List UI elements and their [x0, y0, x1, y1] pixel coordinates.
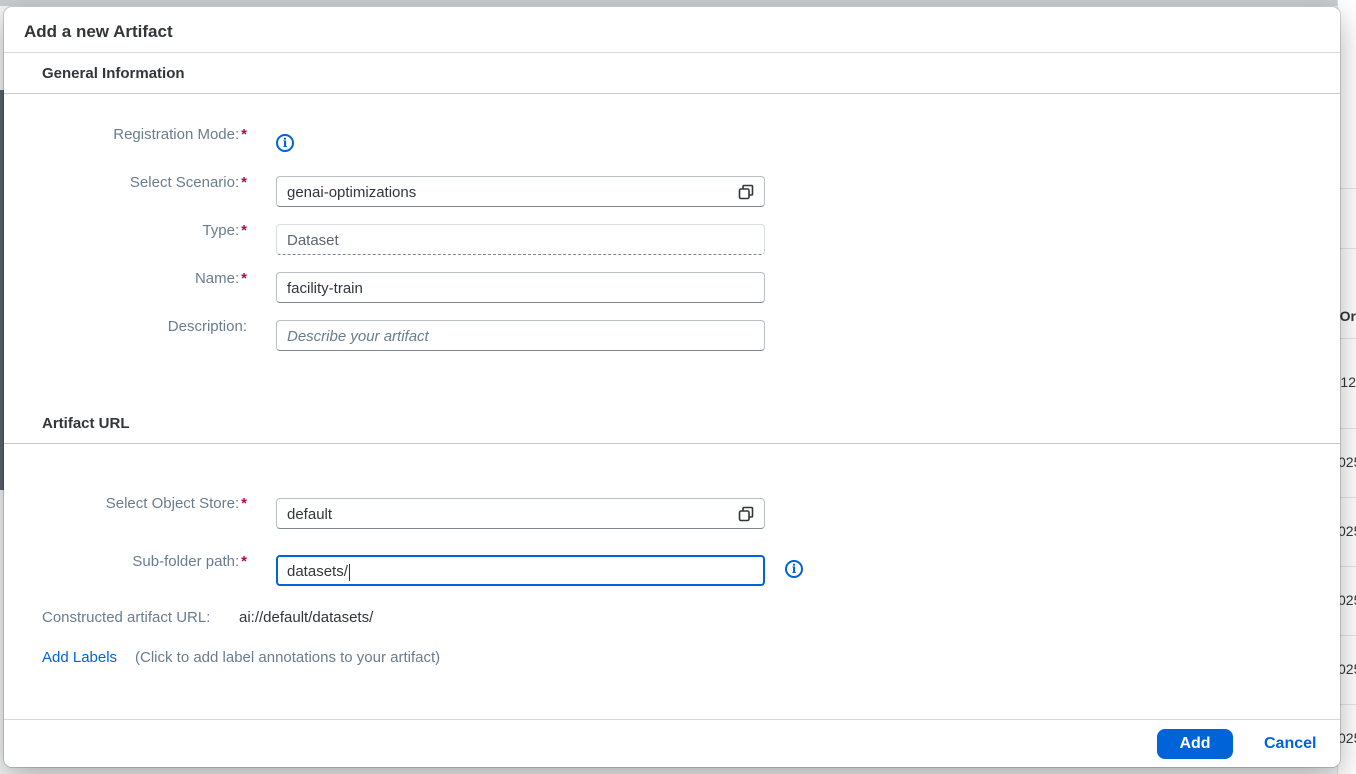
info-icon[interactable]: i [276, 134, 294, 152]
background-cell-fragment: 025 [1338, 730, 1356, 746]
text-caret [348, 563, 350, 581]
cancel-button[interactable]: Cancel [1264, 729, 1340, 759]
value-help-icon[interactable] [738, 506, 754, 522]
section-divider [4, 93, 1340, 94]
description-placeholder: Describe your artifact [287, 328, 429, 345]
background-cell-fragment: 025 [1338, 592, 1356, 608]
background-top-bar [0, 0, 1356, 6]
name-label: Name: * [194, 270, 247, 287]
description-label: Description: [167, 318, 247, 335]
add-artifact-dialog: Add a new Artifact General Information R… [4, 7, 1340, 767]
registration-mode-label: Registration Mode: * [113, 126, 247, 143]
background-cell-fragment: 025 [1338, 523, 1356, 539]
select-scenario-value: genai-optimizations [287, 184, 417, 201]
add-labels-link[interactable]: Add Labels [42, 649, 117, 666]
required-marker: * [241, 126, 247, 143]
object-store-input[interactable]: default [276, 498, 765, 529]
background-cell-fragment: 12 [1340, 374, 1356, 390]
background-row-divider [1338, 248, 1356, 249]
background-header-fragment: Or [1339, 308, 1356, 324]
background-row-divider [1338, 497, 1356, 498]
object-store-value: default [287, 506, 333, 523]
required-marker: * [241, 495, 247, 512]
background-cell-fragment: 025 [1338, 454, 1356, 470]
select-scenario-label: Select Scenario: * [129, 174, 247, 191]
value-help-icon[interactable] [738, 184, 754, 200]
background-cell-fragment: 025 [1338, 661, 1356, 677]
type-value: Dataset [287, 232, 339, 249]
general-information-title: General Information [42, 65, 185, 82]
constructed-url-label: Constructed artifact URL: [42, 609, 211, 626]
add-button[interactable]: Add [1157, 729, 1233, 759]
subfolder-path-input[interactable]: datasets/ [276, 555, 765, 586]
required-marker: * [241, 270, 247, 287]
dialog-footer: Add Cancel [4, 719, 1340, 767]
constructed-url-value: ai://default/datasets/ [239, 609, 374, 626]
dialog-title: Add a new Artifact [4, 7, 1340, 53]
subfolder-path-value: datasets/ [287, 563, 348, 580]
background-row-divider [1338, 566, 1356, 567]
required-marker: * [241, 222, 247, 239]
type-field: Dataset [276, 224, 765, 255]
section-divider [4, 443, 1340, 444]
type-label: Type: * [202, 222, 247, 239]
background-row-divider [1338, 188, 1356, 189]
add-labels-hint: (Click to add label annotations to your … [135, 649, 441, 666]
required-marker: * [241, 174, 247, 191]
subfolder-path-label: Sub-folder path: * [132, 553, 247, 570]
background-row-divider [1338, 704, 1356, 705]
object-store-label: Select Object Store: * [105, 495, 247, 512]
required-marker: * [241, 553, 247, 570]
artifact-url-title: Artifact URL [42, 415, 130, 432]
name-input[interactable]: facility-train [276, 272, 765, 303]
info-icon[interactable]: i [785, 560, 803, 578]
name-value: facility-train [287, 280, 363, 297]
background-row-divider [1338, 635, 1356, 636]
description-input[interactable]: Describe your artifact [276, 320, 765, 351]
select-scenario-input[interactable]: genai-optimizations [276, 176, 765, 207]
background-row-divider [1338, 428, 1356, 429]
background-row-divider [1338, 338, 1356, 339]
